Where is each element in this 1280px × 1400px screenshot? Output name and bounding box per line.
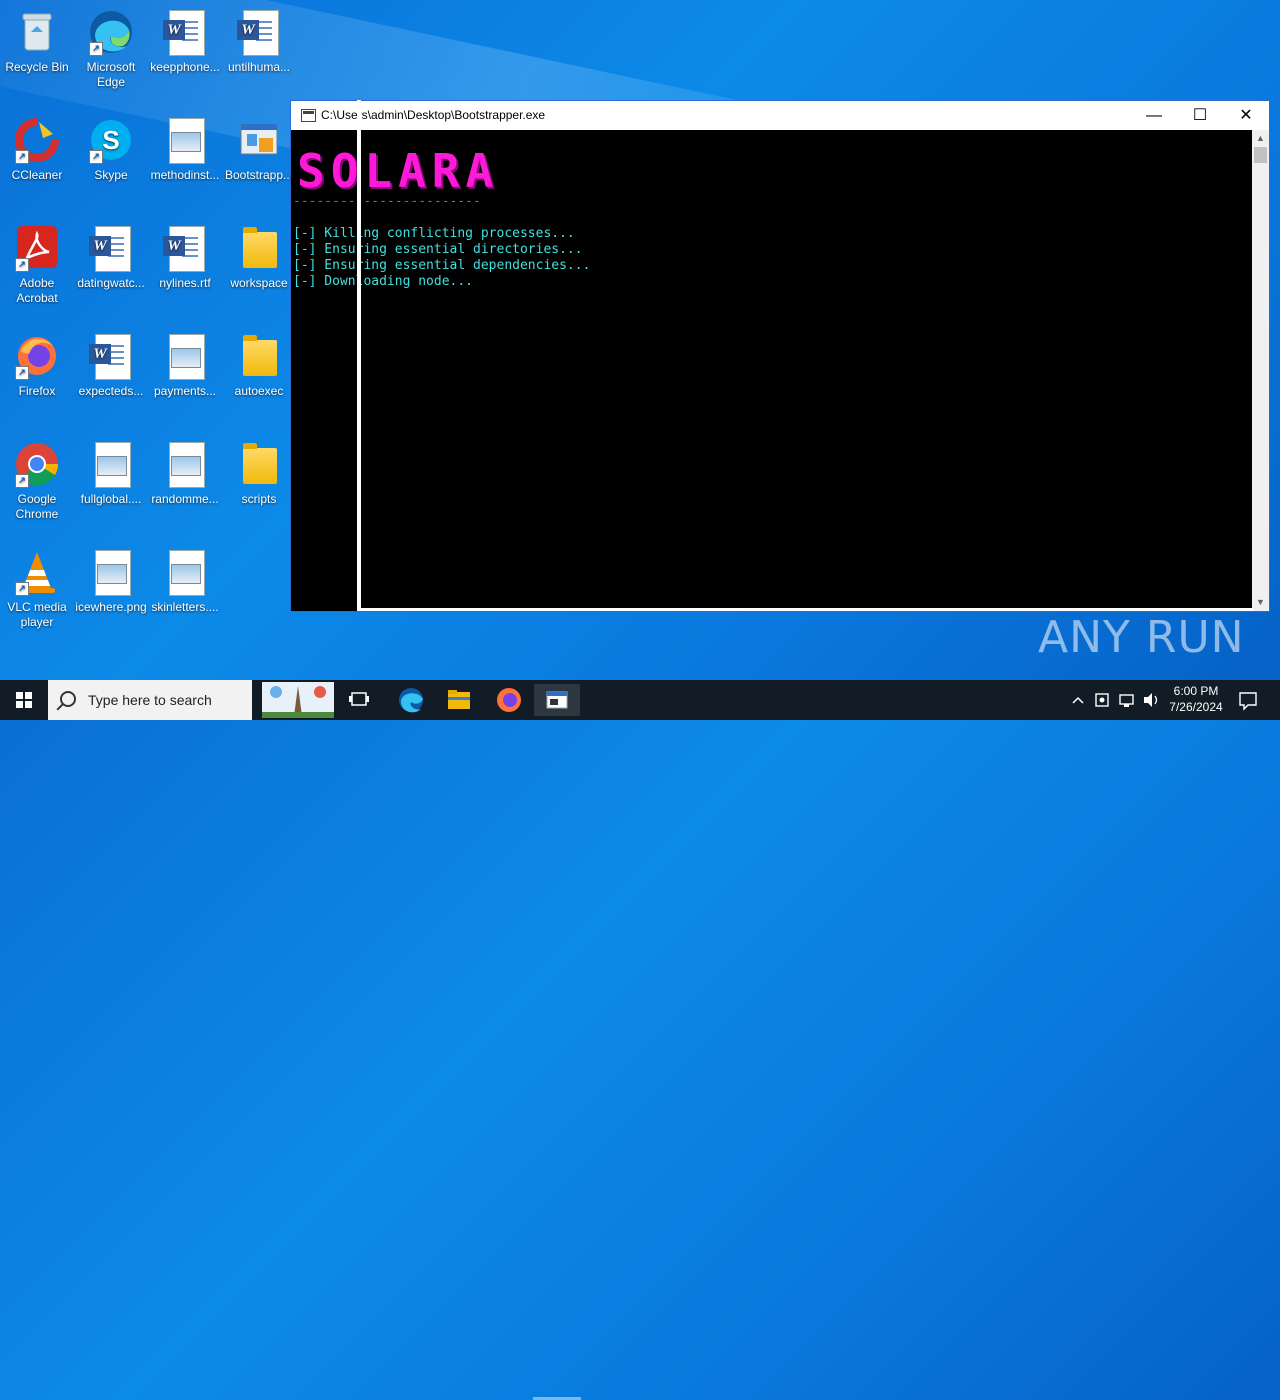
desktop-icon-label: nylines.rtf (159, 276, 211, 290)
desktop-icon-label: skinletters.... (151, 600, 219, 614)
desktop-icon-label: untilhuma... (227, 60, 291, 74)
taskbar: Type here to search 6:00 PM 7/26/2024 (0, 680, 1280, 1400)
firefox-taskbar-icon[interactable] (486, 684, 532, 716)
scroll-thumb[interactable] (1254, 147, 1267, 163)
desktop-icon-label: expecteds... (78, 384, 144, 398)
desktop-icon-label: Firefox (18, 384, 56, 398)
windows-logo-icon (16, 692, 32, 708)
desktop-icon-label: autoexec (234, 384, 284, 398)
console-window[interactable]: C:\Users\admin\Desktop\Bootstrapper.exe … (290, 100, 1270, 612)
folder-icon[interactable]: workspace (222, 224, 296, 291)
clock-date: 7/26/2024 (1169, 700, 1223, 714)
ccleaner-icon[interactable]: ↗ CCleaner (0, 116, 74, 183)
vertical-scrollbar[interactable]: ▲ ▼ (1252, 130, 1269, 611)
google-chrome-icon[interactable]: ↗ Google Chrome (0, 440, 74, 522)
skype-icon[interactable]: S ↗ Skype (74, 116, 148, 183)
desktop-icon-label: methodinst... (150, 168, 220, 182)
file-explorer-icon[interactable] (436, 684, 482, 716)
vlc-media-player-icon[interactable]: ↗ VLC media player (0, 548, 74, 630)
console-titlebar[interactable]: C:\Users\admin\Desktop\Bootstrapper.exe … (291, 101, 1269, 130)
close-button[interactable]: ✕ (1223, 101, 1269, 130)
taskbar-clock[interactable]: 6:00 PM 7/26/2024 (1163, 683, 1229, 715)
search-placeholder: Type here to search (88, 692, 212, 708)
show-hidden-icons-chevron-icon[interactable] (1068, 680, 1088, 720)
console-output[interactable]: SOLARA ------------------------ [-] Kill… (291, 130, 1252, 611)
microsoft-edge-taskbar-icon[interactable] (388, 684, 434, 716)
console-line: [-] Ensuring essential directories... (293, 242, 583, 257)
desktop-icon-label: randomme... (151, 492, 219, 506)
word-document-icon[interactable]: W expecteds... (74, 332, 148, 399)
image-file-icon[interactable]: randomme... (148, 440, 222, 507)
svg-text:S: S (102, 125, 119, 155)
network-icon[interactable] (1116, 680, 1138, 720)
desktop-icon-label: scripts (241, 492, 277, 506)
desktop-icon-label: Microsoft Edge (86, 60, 136, 89)
desktop-icon-label: fullglobal.... (80, 492, 142, 506)
console-line: [-] Downloading node... (293, 274, 474, 289)
desktop-icon-label: keepphone... (150, 60, 220, 74)
volume-icon[interactable] (1140, 680, 1162, 720)
desktop-icon-label: Adobe Acrobat (16, 276, 58, 305)
desktop: Recycle Bin ↗ CCleaner ↗ Adobe Acrobat ↗… (0, 0, 1280, 680)
scroll-up-arrow-icon[interactable]: ▲ (1252, 130, 1269, 147)
desktop-icon-label: payments... (153, 384, 217, 398)
word-document-icon[interactable]: W nylines.rtf (148, 224, 222, 291)
recycle-bin-icon[interactable]: Recycle Bin (0, 8, 74, 75)
folder-icon[interactable]: autoexec (222, 332, 296, 399)
window-title: C:\Users\admin\Desktop\Bootstrapper.exe (321, 108, 546, 122)
clock-time: 6:00 PM (1173, 684, 1219, 698)
console-app-icon (301, 109, 316, 122)
image-file-icon[interactable]: icewhere.png (74, 548, 148, 615)
minimize-button[interactable]: — (1131, 101, 1177, 130)
word-document-icon[interactable]: W datingwatc... (74, 224, 148, 291)
desktop-icon-label: icewhere.png (75, 600, 147, 614)
search-highlight-image[interactable] (262, 682, 334, 718)
console-line: [-] Killing conflicting processes... (293, 226, 575, 241)
desktop-icon-label: CCleaner (11, 168, 63, 182)
desktop-icon-label: Bootstrapp... (224, 168, 294, 182)
desktop-icon-label: Recycle Bin (5, 60, 69, 74)
image-file-icon[interactable]: fullglobal.... (74, 440, 148, 507)
maximize-button[interactable]: ☐ (1177, 101, 1223, 130)
meet-now-icon[interactable] (1092, 680, 1114, 720)
adobe-acrobat-icon[interactable]: ↗ Adobe Acrobat (0, 224, 74, 306)
anyrun-watermark: ANY RUN (1038, 612, 1245, 663)
separator-line: ------------------------ (293, 194, 481, 209)
image-file-icon[interactable]: skinletters.... (148, 548, 222, 615)
start-button[interactable] (0, 680, 48, 720)
taskbar-search-box[interactable]: Type here to search (48, 680, 252, 720)
notification-center-icon[interactable] (1236, 680, 1260, 720)
microsoft-edge-icon[interactable]: ↗ Microsoft Edge (74, 8, 148, 90)
word-document-icon[interactable]: W keepphone... (148, 8, 222, 75)
window-ghost-border (357, 100, 361, 610)
image-file-icon[interactable]: methodinst... (148, 116, 222, 183)
bootstrapper-exe-icon[interactable]: Bootstrapp... (222, 116, 296, 183)
task-view-icon[interactable] (336, 684, 382, 716)
console-lines: [-] Killing conflicting processes... [-] … (293, 226, 590, 290)
firefox-icon[interactable]: ↗ Firefox (0, 332, 74, 399)
desktop-icon-label: Google Chrome (15, 492, 59, 521)
desktop-icon-label: Skype (94, 168, 128, 182)
desktop-icon-label: workspace (230, 276, 288, 290)
console-line: [-] Ensuring essential dependencies... (293, 258, 591, 273)
word-document-icon[interactable]: W untilhuma... (222, 8, 296, 75)
window-ghost-border (357, 608, 1253, 611)
image-file-icon[interactable]: payments... (148, 332, 222, 399)
console-taskbar-icon[interactable] (534, 684, 580, 716)
desktop-icon-label: datingwatc... (77, 276, 145, 290)
desktop-icon-label: VLC media player (7, 600, 67, 629)
search-icon (60, 691, 76, 707)
scroll-down-arrow-icon[interactable]: ▼ (1252, 594, 1269, 611)
solara-logo: SOLARA (297, 144, 500, 198)
folder-icon[interactable]: scripts (222, 440, 296, 507)
